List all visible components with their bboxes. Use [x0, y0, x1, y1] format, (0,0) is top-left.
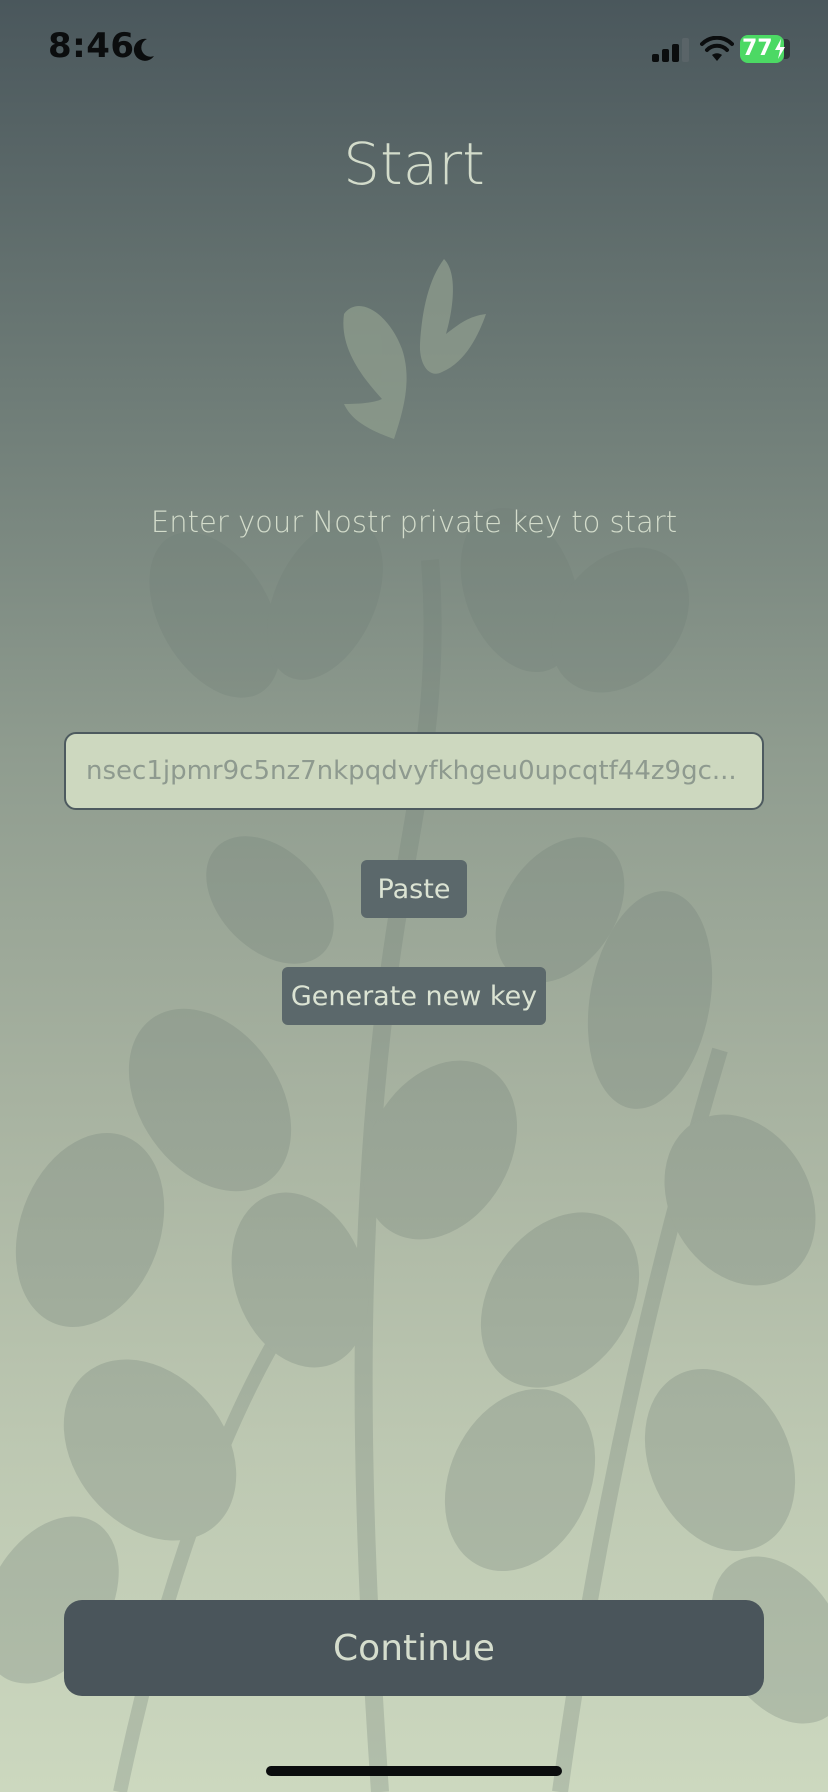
- home-indicator[interactable]: [266, 1766, 562, 1776]
- moon-icon: [133, 38, 154, 61]
- subtitle: Enter your Nostr private key to start: [150, 505, 678, 539]
- charging-bolt-icon: [775, 39, 785, 59]
- wifi-icon: [700, 36, 734, 61]
- generate-new-key-button[interactable]: Generate new key: [282, 967, 546, 1025]
- signal-icon: [652, 38, 689, 62]
- leaf-logo-icon: [343, 259, 486, 439]
- start-screen: 8:46 77 Start Enter your Nostr private k…: [0, 0, 828, 1792]
- private-key-field[interactable]: [64, 732, 764, 810]
- continue-button[interactable]: Continue: [64, 1600, 764, 1696]
- page-title: Start: [343, 130, 485, 198]
- battery-level: 77: [742, 36, 773, 61]
- paste-button[interactable]: Paste: [361, 860, 467, 918]
- status-time: 8:46: [48, 26, 135, 66]
- status-bar: 8:46 77: [0, 0, 828, 100]
- private-key-input[interactable]: [86, 734, 742, 808]
- battery-icon: 77: [740, 35, 790, 63]
